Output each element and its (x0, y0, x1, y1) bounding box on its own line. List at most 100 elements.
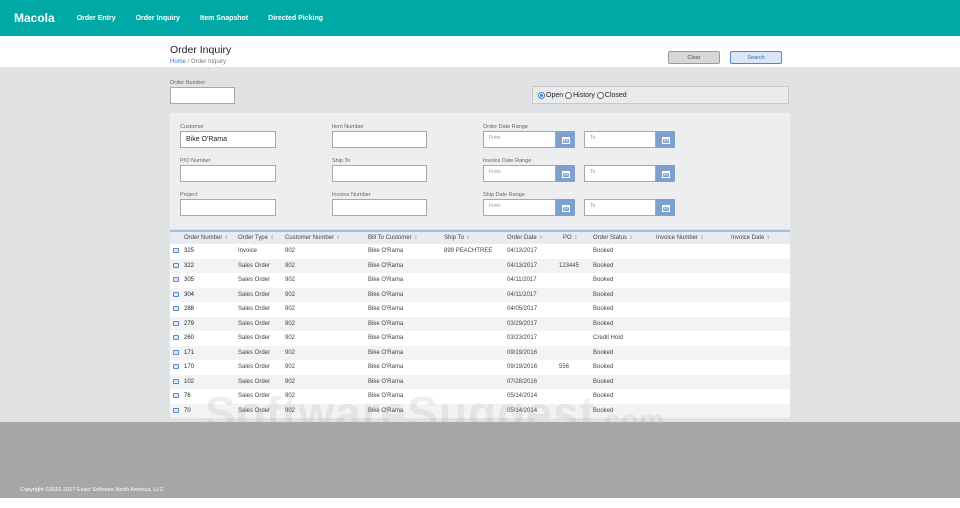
table-cell: 902 (285, 306, 296, 312)
sort-icon[interactable]: ⇕ (629, 235, 633, 241)
calendar-icon[interactable] (556, 199, 575, 216)
order-details-icon[interactable] (173, 393, 179, 398)
table-row[interactable]: 260 Sales Order 902 Bike O'Rama 03/23/2017 Cr… (170, 331, 790, 346)
table-row[interactable]: 76 Sales Order 902 Bike O'Rama 05/14/2014 Boo… (170, 389, 790, 404)
ship-to-input[interactable] (332, 165, 427, 182)
table-cell: Booked (593, 364, 614, 370)
column-header-ship-to[interactable]: Ship To ⇕ (444, 235, 470, 241)
order-details-icon[interactable] (173, 262, 179, 268)
breadcrumb-home[interactable]: Home (170, 59, 186, 65)
status-open-option[interactable]: Open (538, 91, 563, 99)
sort-icon[interactable]: ⇕ (539, 235, 543, 241)
table-row[interactable]: 325 Invoice 902 Bike O'Rama 899 PEACHTREE 04/… (170, 244, 790, 259)
order-details-icon[interactable] (173, 248, 179, 253)
order-details-icon[interactable] (173, 320, 179, 326)
clear-button[interactable]: Clear (668, 51, 720, 64)
column-header-invoice-number[interactable]: Invoice Number ⇕ (656, 235, 704, 241)
column-header-order-date[interactable]: Order Date ⇕ (507, 235, 543, 241)
calendar-icon[interactable] (556, 165, 575, 182)
table-row[interactable]: 171 Sales Order 902 Bike O'Rama 09/19/2016 Bo… (170, 345, 790, 360)
order-details-icon[interactable] (173, 335, 179, 340)
copyright-text: Copyright ©2016-2017 Exact Software Nort… (20, 487, 164, 493)
calendar-icon[interactable] (556, 131, 575, 148)
top-nav: Macola Order Entry Order Inquiry Item Sn… (0, 0, 960, 36)
table-row[interactable]: 102 Sales Order 902 Bike O'Rama 07/28/2016 Bo… (170, 374, 790, 389)
table-cell[interactable]: 304 (184, 292, 194, 298)
order-date-from-input[interactable]: From (483, 131, 556, 148)
sort-icon[interactable]: ⇕ (270, 235, 274, 241)
table-cell[interactable]: 260 (184, 335, 194, 341)
table-cell[interactable]: 70 (184, 408, 191, 414)
ship-date-range-label: Ship Date Range (483, 192, 525, 198)
column-header-bill-to-customer[interactable]: Bill To Customer ⇕ (368, 235, 418, 241)
sort-icon[interactable]: ⇕ (700, 235, 704, 241)
radio-closed[interactable] (596, 91, 604, 99)
sort-icon[interactable]: ⇕ (336, 235, 340, 241)
nav-directed-picking[interactable]: Directed Picking (268, 15, 323, 22)
ship-date-from-input[interactable]: From (483, 199, 556, 216)
column-header-invoice-date[interactable]: Invoice Date ⇕ (731, 235, 771, 241)
project-label: Project (180, 192, 198, 198)
table-row[interactable]: 279 Sales Order 902 Bike O'Rama 03/29/2017 Bo… (170, 316, 790, 331)
table-row[interactable]: 170 Sales Order 902 Bike O'Rama 09/19/2016 55… (170, 360, 790, 375)
invoice-number-input[interactable] (332, 199, 427, 216)
order-date-to-input[interactable]: To (584, 131, 656, 148)
order-number-input[interactable] (170, 87, 235, 104)
radio-open[interactable] (538, 91, 545, 99)
order-details-icon[interactable] (173, 364, 179, 369)
table-cell[interactable]: 325 (184, 248, 194, 254)
table-row[interactable]: 305 Sales Order 902 Bike O'Rama 04/11/2017 Bo… (170, 273, 790, 288)
table-row[interactable]: 288 Sales Order 902 Bike O'Rama 04/05/2017 Bo… (170, 302, 790, 317)
table-cell: 04/11/2017 (507, 277, 537, 283)
table-cell: Bike O'Rama (368, 248, 404, 254)
calendar-icon[interactable] (656, 131, 675, 148)
table-row[interactable]: 304 Sales Order 902 Bike O'Rama 04/11/2017 Bo… (170, 287, 790, 302)
table-cell[interactable]: 76 (184, 393, 191, 399)
order-details-icon[interactable] (173, 378, 179, 384)
ship-date-to-input[interactable]: To (584, 199, 656, 216)
item-number-input[interactable] (332, 131, 427, 148)
sort-icon[interactable]: ⇕ (224, 235, 228, 241)
order-details-icon[interactable] (173, 349, 179, 355)
calendar-icon[interactable] (656, 165, 675, 182)
table-cell[interactable]: 171 (184, 350, 194, 356)
column-header-customer-number[interactable]: Customer Number ⇕ (285, 235, 340, 241)
column-header-po[interactable]: PO ⇕ (563, 235, 578, 241)
radio-history[interactable] (565, 91, 573, 99)
table-cell[interactable]: 102 (184, 379, 194, 385)
table-cell[interactable]: 305 (184, 277, 194, 283)
table-cell: Bike O'Rama (368, 393, 404, 399)
column-header-order-number[interactable]: Order Number ⇕ (184, 235, 229, 241)
order-details-icon[interactable] (173, 306, 179, 311)
bottom-strip (0, 498, 960, 508)
table-cell[interactable]: 279 (184, 321, 194, 327)
nav-item-snapshot[interactable]: Item Snapshot (200, 15, 248, 22)
table-cell[interactable]: 322 (184, 263, 194, 269)
search-button[interactable]: Search (730, 51, 782, 64)
order-details-icon[interactable] (173, 277, 179, 282)
po-number-input[interactable] (180, 165, 276, 182)
sort-icon[interactable]: ⇕ (466, 235, 470, 241)
invoice-date-to-input[interactable]: To (584, 165, 656, 182)
table-cell[interactable]: 288 (184, 306, 194, 312)
customer-input[interactable]: Bike O'Rama (180, 131, 276, 148)
project-input[interactable] (180, 199, 276, 216)
calendar-icon[interactable] (656, 199, 675, 216)
order-details-icon[interactable] (173, 407, 179, 413)
status-history-option[interactable]: History (565, 91, 595, 99)
sort-icon[interactable]: ⇕ (766, 235, 770, 241)
nav-order-entry[interactable]: Order Entry (77, 15, 116, 22)
sort-icon[interactable]: ⇕ (574, 235, 578, 241)
table-cell: Bike O'Rama (368, 306, 404, 312)
nav-order-inquiry[interactable]: Order Inquiry (136, 15, 180, 22)
sort-icon[interactable]: ⇕ (414, 235, 418, 241)
invoice-date-from-input[interactable]: From (483, 165, 556, 182)
table-row[interactable]: 322 Sales Order 902 Bike O'Rama 04/13/2017 12… (170, 258, 790, 273)
table-cell[interactable]: 170 (184, 364, 194, 370)
table-row[interactable]: 70 Sales Order 902 Bike O'Rama 05/14/2014 Boo… (170, 403, 790, 418)
order-details-icon[interactable] (173, 291, 179, 297)
brand-logo[interactable]: Macola (14, 11, 55, 25)
column-header-order-type[interactable]: Order Type ⇕ (238, 235, 274, 241)
status-closed-option[interactable]: Closed (596, 91, 627, 99)
column-header-order-status[interactable]: Order Status ⇕ (593, 235, 633, 241)
